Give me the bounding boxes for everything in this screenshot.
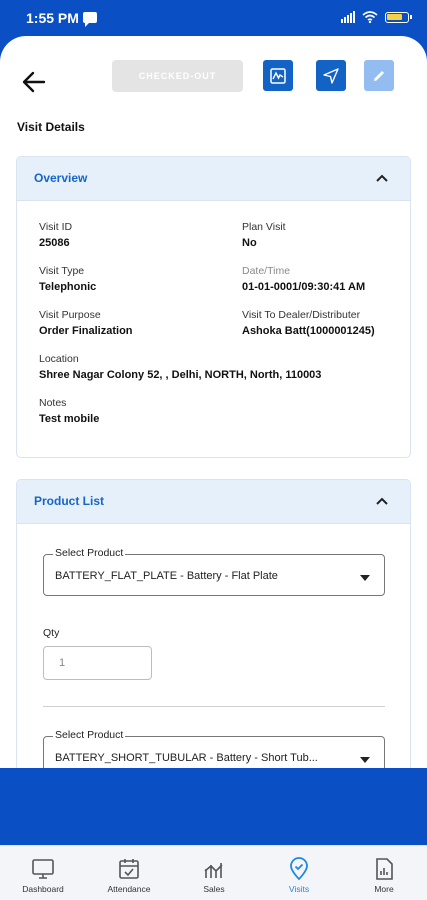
product-list-header[interactable]: Product List bbox=[17, 480, 410, 524]
qty-input[interactable] bbox=[43, 646, 152, 680]
plan-visit-value: No bbox=[242, 237, 257, 249]
nav-label: Sales bbox=[203, 884, 225, 894]
nav-label: Visits bbox=[288, 884, 310, 894]
visit-id-value: 25086 bbox=[39, 237, 70, 249]
location-pin-icon bbox=[290, 857, 308, 881]
activity-chart-icon bbox=[270, 67, 286, 84]
nav-label: Attendance bbox=[107, 884, 151, 894]
nav-sales[interactable]: Sales bbox=[179, 846, 249, 900]
visit-type-field: Visit Type Telephonic bbox=[39, 265, 96, 293]
nav-label: More bbox=[374, 884, 394, 894]
product-select-value: BATTERY_SHORT_TUBULAR - Battery - Short … bbox=[55, 752, 318, 764]
signal-icon bbox=[341, 11, 355, 23]
status-bar: 1:55 PM bbox=[0, 0, 427, 36]
navigation-arrow-icon bbox=[323, 67, 339, 84]
location-label: Location bbox=[39, 353, 79, 365]
checked-out-button[interactable]: CHECKED-OUT bbox=[112, 60, 243, 92]
sales-chart-icon bbox=[204, 863, 223, 878]
date-time-field: Date/Time 01-01-0001/09:30:41 AM bbox=[242, 265, 365, 293]
visit-to-field: Visit To Dealer/Distributer Ashoka Batt(… bbox=[242, 309, 390, 337]
nav-more[interactable]: More bbox=[349, 846, 419, 900]
date-time-label: Date/Time bbox=[242, 265, 291, 277]
nav-visits[interactable]: Visits bbox=[264, 846, 334, 900]
notes-label: Notes bbox=[39, 397, 67, 409]
product-list-title: Product List bbox=[34, 494, 105, 508]
product-select-value: BATTERY_FLAT_PLATE - Battery - Flat Plat… bbox=[55, 570, 278, 582]
location-field: Location Shree Nagar Colony 52, , Delhi,… bbox=[39, 353, 321, 381]
overview-title: Overview bbox=[34, 171, 88, 185]
dropdown-caret-icon bbox=[360, 757, 370, 763]
visit-to-value: Ashoka Batt(1000001245) bbox=[242, 325, 375, 337]
visit-purpose-label: Visit Purpose bbox=[39, 309, 101, 321]
bottom-navigation: Dashboard Attendance Sales Visits More bbox=[0, 845, 427, 900]
chevron-up-icon[interactable] bbox=[376, 497, 388, 505]
product-list-card: Product List Select Product BATTERY_FLAT… bbox=[16, 479, 411, 768]
plan-visit-label: Plan Visit bbox=[242, 221, 286, 233]
navigate-button[interactable] bbox=[316, 60, 346, 91]
visit-type-label: Visit Type bbox=[39, 265, 85, 277]
battery-icon bbox=[385, 11, 412, 23]
visit-details-sheet: CHECKED-OUT Visit Details Overview Visit… bbox=[0, 36, 427, 768]
wifi-icon bbox=[362, 11, 378, 23]
overview-card: Overview Visit ID 25086 Plan Visit No Vi… bbox=[16, 156, 411, 458]
divider bbox=[43, 706, 385, 707]
location-value: Shree Nagar Colony 52, , Delhi, NORTH, N… bbox=[39, 369, 322, 381]
message-notification-icon bbox=[83, 12, 97, 27]
pencil-icon bbox=[374, 70, 384, 81]
visit-type-value: Telephonic bbox=[39, 281, 97, 293]
product-select-1[interactable]: Select Product BATTERY_FLAT_PLATE - Batt… bbox=[43, 547, 385, 596]
edit-button[interactable] bbox=[364, 60, 394, 91]
page-title: Visit Details bbox=[17, 120, 85, 134]
overview-header[interactable]: Overview bbox=[17, 157, 410, 201]
visit-id-label: Visit ID bbox=[39, 221, 73, 233]
product-select-label: Select Product bbox=[53, 729, 126, 741]
notes-value: Test mobile bbox=[39, 413, 100, 425]
monitor-icon bbox=[32, 859, 54, 879]
back-arrow-icon[interactable] bbox=[20, 68, 48, 96]
visit-purpose-value: Order Finalization bbox=[39, 325, 133, 337]
nav-attendance[interactable]: Attendance bbox=[94, 846, 164, 900]
visit-to-label: Visit To Dealer/Distributer bbox=[242, 309, 361, 321]
activity-report-button[interactable] bbox=[263, 60, 293, 91]
dropdown-caret-icon bbox=[360, 575, 370, 581]
product-select-2[interactable]: Select Product BATTERY_SHORT_TUBULAR - B… bbox=[43, 729, 385, 768]
nav-dashboard[interactable]: Dashboard bbox=[8, 846, 78, 900]
qty-label: Qty bbox=[43, 627, 60, 639]
date-time-value: 01-01-0001/09:30:41 AM bbox=[242, 281, 366, 293]
status-time: 1:55 PM bbox=[26, 10, 79, 26]
status-indicators bbox=[341, 11, 412, 23]
product-select-label: Select Product bbox=[53, 547, 126, 559]
visit-id-field: Visit ID 25086 bbox=[39, 221, 72, 249]
calendar-check-icon bbox=[119, 859, 139, 879]
chevron-up-icon[interactable] bbox=[376, 174, 388, 182]
plan-visit-field: Plan Visit No bbox=[242, 221, 286, 249]
visit-purpose-field: Visit Purpose Order Finalization bbox=[39, 309, 133, 337]
notes-field: Notes Test mobile bbox=[39, 397, 99, 425]
document-chart-icon bbox=[376, 858, 393, 880]
nav-label: Dashboard bbox=[22, 884, 64, 894]
